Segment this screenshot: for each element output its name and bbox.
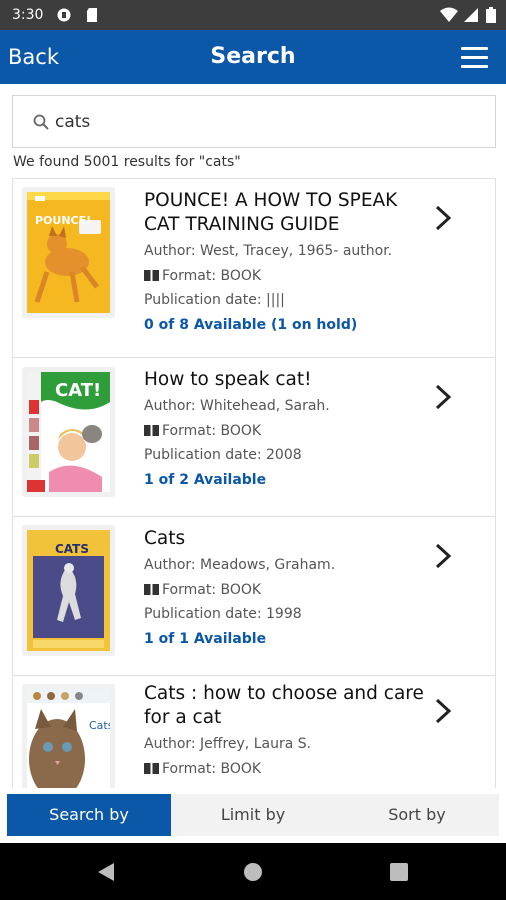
cover-title: CATS [55,542,89,556]
book-icon [144,425,159,436]
result-title[interactable]: How to speak cat! [144,368,424,392]
signal-icon [464,8,478,22]
list-item[interactable]: CATS Cats Author: Meadows, Graham. Forma… [13,517,495,676]
result-format: Format: BOOK [144,582,261,598]
battery-icon [486,7,496,23]
wifi-icon [440,7,458,22]
book-cover: CAT! [23,368,114,496]
result-author: Author: Whitehead, Sarah. [144,398,330,414]
chevron-right-icon[interactable] [434,698,452,724]
cover-title: POUNCE! [35,214,92,227]
results-list[interactable]: POUNCE! POUNCE! A HOW TO SPEAK CAT TRAIN… [12,178,496,788]
result-format: Format: BOOK [144,761,261,777]
result-format: Format: BOOK [144,268,261,284]
list-item[interactable]: CAT! How to speak cat! Author: Whitehead… [13,358,495,517]
back-triangle-icon[interactable] [96,862,116,882]
recents-square-icon[interactable] [390,863,408,881]
home-circle-icon[interactable] [243,862,263,882]
app-bar: Back Search [0,30,506,84]
book-icon [144,270,159,281]
tab-limit-by[interactable]: Limit by [171,794,335,836]
system-nav-bar [0,843,506,900]
tab-sort-by[interactable]: Sort by [335,794,499,836]
book-cover: POUNCE! [23,188,114,317]
page-title: Search [210,44,296,69]
book-icon [144,584,159,595]
search-input[interactable] [55,108,475,136]
search-icon [33,114,49,130]
filter-tabs: Search by Limit by Sort by [7,794,499,836]
cover-title: Cats [89,719,114,732]
book-cover: CATS [23,526,114,655]
results-count: We found 5001 results for "cats" [13,154,241,170]
result-author: Author: Jeffrey, Laura S. [144,736,312,752]
chevron-right-icon[interactable] [434,384,452,410]
book-cover: Cats [23,685,114,788]
result-author: Author: Meadows, Graham. [144,557,336,573]
result-author: Author: West, Tracey, 1965- author. [144,243,393,259]
status-time: 3:30 [12,7,44,23]
result-format: Format: BOOK [144,423,261,439]
result-availability[interactable]: 0 of 8 Available (1 on hold) [144,317,357,333]
chevron-right-icon[interactable] [434,205,452,231]
cover-title: CAT! [55,380,102,401]
media-icon [57,8,71,22]
storage-icon [87,8,97,22]
list-item[interactable]: POUNCE! POUNCE! A HOW TO SPEAK CAT TRAIN… [13,179,495,358]
result-availability[interactable]: 1 of 2 Available [144,472,266,488]
result-publication-date: Publication date: 2008 [144,447,302,463]
status-bar: 3:30 [0,0,506,30]
result-publication-date: Publication date: |||| [144,292,285,308]
tab-search-by[interactable]: Search by [7,794,171,836]
result-title[interactable]: Cats [144,527,424,551]
chevron-right-icon[interactable] [434,543,452,569]
book-icon [144,763,159,774]
result-availability[interactable]: 1 of 1 Available [144,631,266,647]
result-title[interactable]: Cats : how to choose and care for a cat [144,682,424,730]
result-publication-date: Publication date: 1998 [144,606,302,622]
hamburger-menu-icon[interactable] [461,46,489,68]
list-item[interactable]: Cats Cats : how to choose and care for a… [13,676,495,788]
result-title[interactable]: POUNCE! A HOW TO SPEAK CAT TRAINING GUID… [144,189,424,237]
search-box [12,95,496,148]
